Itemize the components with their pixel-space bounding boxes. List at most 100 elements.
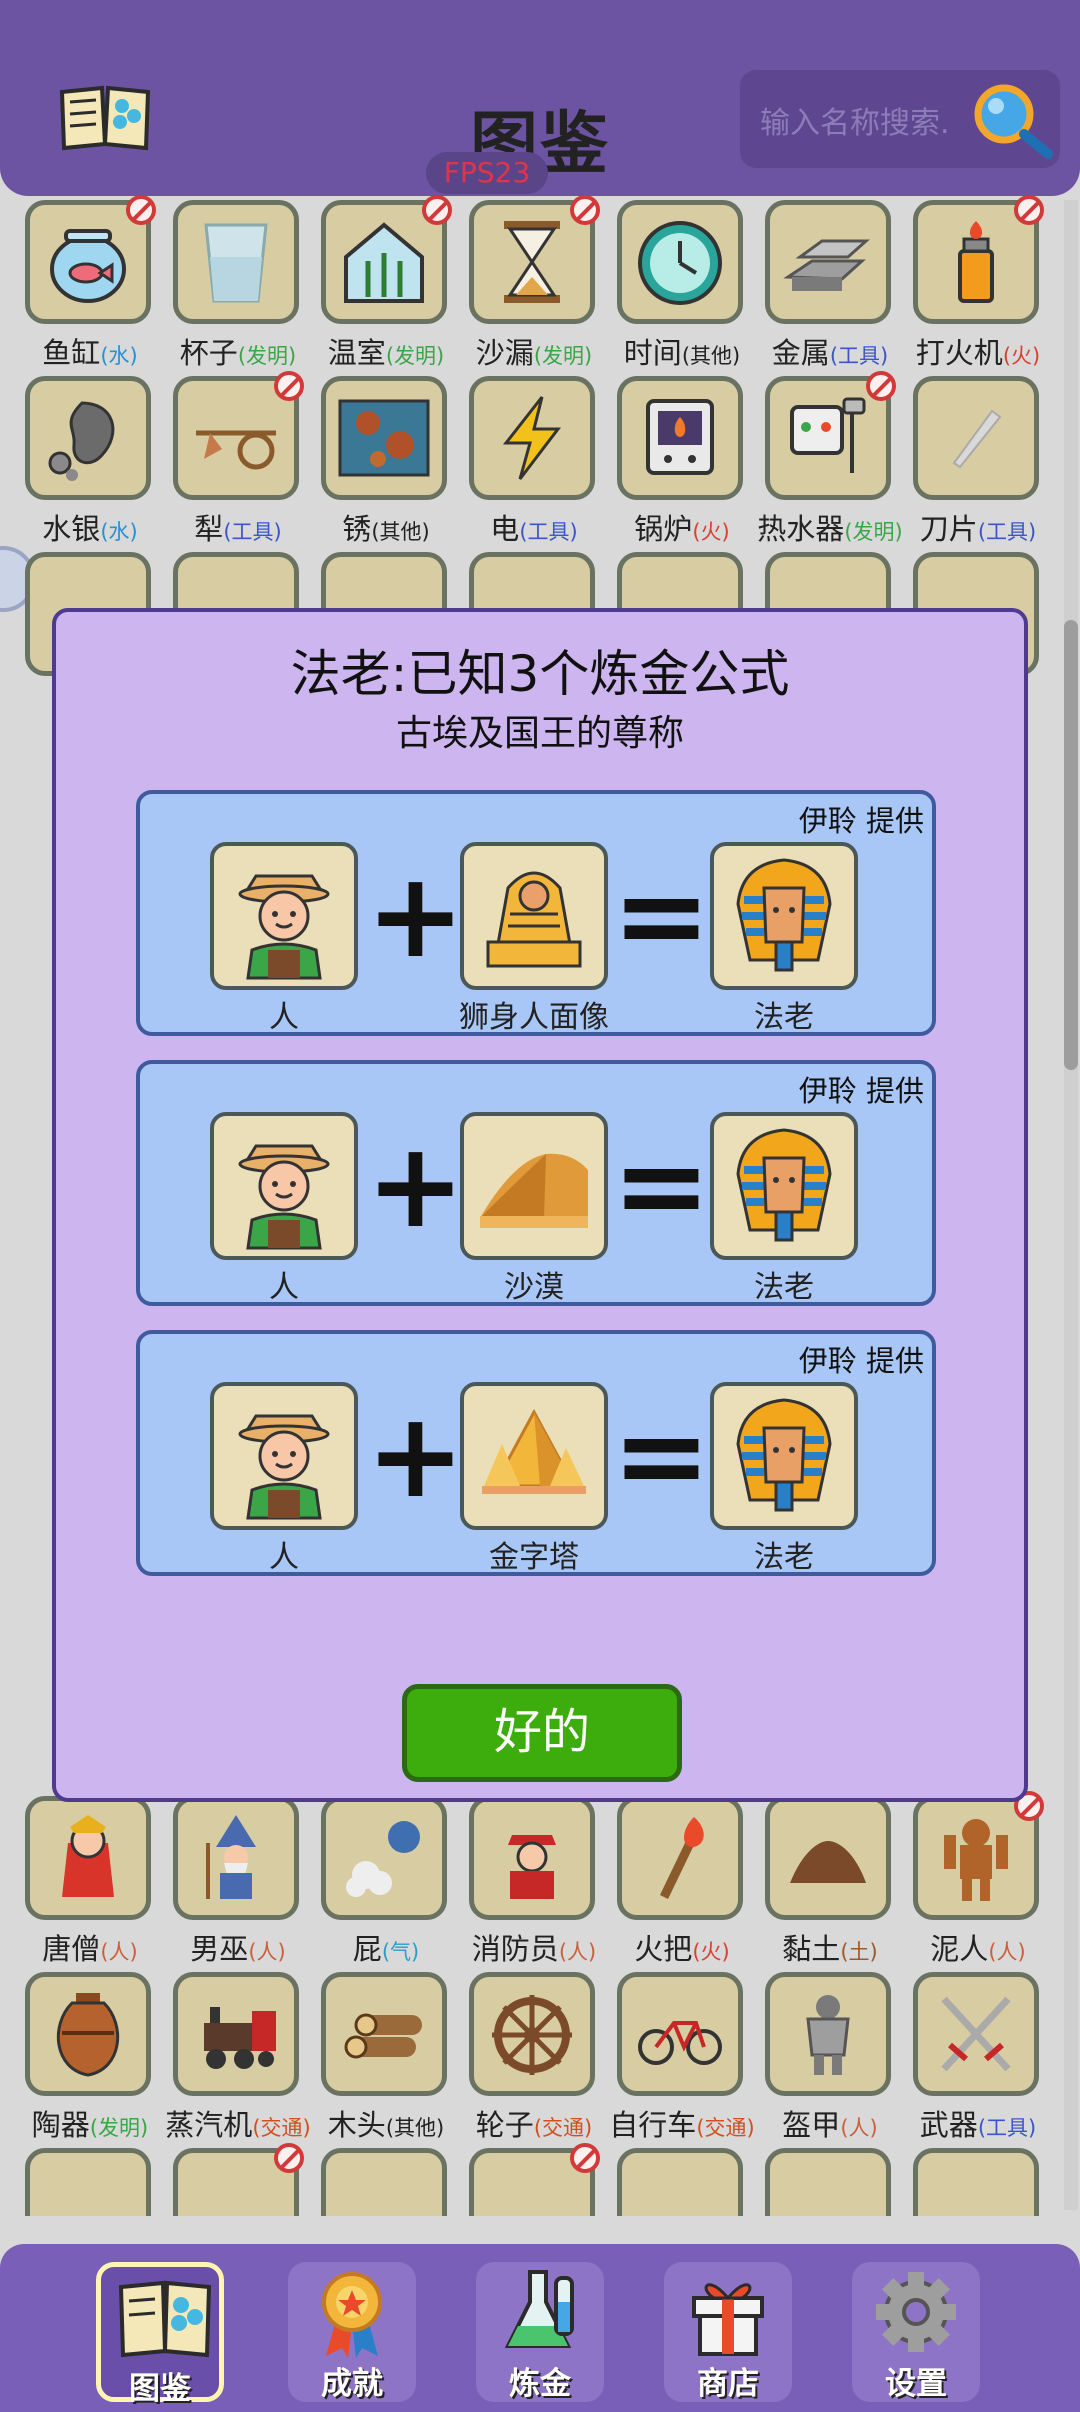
- bottom-nav: 图鉴 成就 炼金 商店 设置: [0, 2244, 1080, 2412]
- item-label: 沙漏(发明): [475, 336, 593, 370]
- item-tile[interactable]: [913, 1972, 1039, 2096]
- item-tile[interactable]: [913, 196, 1044, 324]
- item-label: 打火机(火): [915, 336, 1041, 370]
- flask-icon: [504, 2270, 574, 2348]
- item-tile[interactable]: [173, 371, 304, 500]
- item-tile[interactable]: [913, 2148, 1039, 2216]
- item-tile[interactable]: [765, 2148, 891, 2216]
- result-slot[interactable]: [710, 842, 858, 990]
- nav-alchemy[interactable]: 炼金: [476, 2262, 604, 2402]
- recipe-card: 伊聆 提供 人 + 狮身人面像 = 法老: [136, 790, 936, 1036]
- item-tile[interactable]: [321, 376, 447, 500]
- item-label: 男巫(人): [190, 1932, 286, 1966]
- item-tile[interactable]: [25, 2148, 151, 2216]
- recipe-credit: 伊聆 提供: [798, 1074, 924, 1108]
- item-tile[interactable]: [173, 2143, 304, 2216]
- item-tile[interactable]: [321, 196, 452, 324]
- item-label: 自行车(交通): [609, 2108, 755, 2142]
- scrollbar[interactable]: [1064, 200, 1078, 2210]
- item-tile[interactable]: [25, 1796, 151, 1920]
- item-label: 杯子(发明): [179, 336, 297, 370]
- person-icon: [238, 1144, 330, 1250]
- nav-label: 成就: [321, 2366, 383, 2402]
- ingredient-slot[interactable]: [210, 1382, 358, 1530]
- item-tile[interactable]: [25, 1972, 151, 2096]
- item-tile[interactable]: [25, 376, 151, 500]
- recipe-credit: 伊聆 提供: [798, 1344, 924, 1378]
- dialog-subtitle: 古埃及国王的尊称: [395, 713, 684, 754]
- nav-encyclopedia[interactable]: 图鉴: [96, 2262, 224, 2407]
- ingredient-slot[interactable]: [460, 1112, 608, 1260]
- nav-label: 图鉴: [129, 2371, 191, 2407]
- item-tile[interactable]: [765, 371, 896, 500]
- result-slot[interactable]: [710, 1112, 858, 1260]
- search-input[interactable]: 输入名称搜索.: [760, 98, 970, 142]
- equals-sign: =: [612, 1116, 711, 1254]
- recipe-dialog: 法老:已知3个炼金公式 古埃及国王的尊称 伊聆 提供 人 + 狮身人面像 = 法…: [52, 608, 1028, 1802]
- item-label: 盔甲(人): [782, 2108, 878, 2142]
- item-tile[interactable]: [617, 200, 743, 324]
- item-tile[interactable]: [321, 1972, 447, 2096]
- search-box[interactable]: 输入名称搜索.: [740, 70, 1060, 168]
- ok-button[interactable]: 好的: [402, 1684, 682, 1782]
- item-label: 屁(气): [352, 1932, 420, 1966]
- greenhouse-icon: [344, 222, 424, 303]
- item-tile[interactable]: [617, 376, 743, 500]
- nav-settings[interactable]: 设置: [852, 2262, 980, 2402]
- item-tile[interactable]: [765, 1796, 891, 1920]
- item-tile[interactable]: [469, 376, 595, 500]
- item-label: 黏土(土): [782, 1932, 878, 1966]
- nav-achievements[interactable]: 成就: [288, 2262, 416, 2402]
- glass-cup-icon: [204, 223, 268, 303]
- ingredient-slot[interactable]: [460, 842, 608, 990]
- item-tile[interactable]: [469, 1972, 595, 2096]
- ingredient-slot[interactable]: [210, 842, 358, 990]
- fishbowl-icon: [50, 229, 126, 303]
- item-tile[interactable]: [765, 1972, 891, 2096]
- nav-label: 设置: [885, 2366, 947, 2402]
- item-tile[interactable]: [913, 376, 1039, 500]
- item-tile[interactable]: [25, 196, 156, 324]
- item-label: 温室(发明): [327, 336, 445, 370]
- item-tile[interactable]: [173, 1972, 299, 2096]
- item-tile[interactable]: [617, 1972, 743, 2096]
- scroll-thumb[interactable]: [1064, 620, 1078, 1070]
- boiler-icon: [646, 399, 714, 475]
- encyclopedia-book-icon[interactable]: [58, 82, 152, 152]
- item-tile[interactable]: [617, 2148, 743, 2216]
- recipe-card: 伊聆 提供 人 + 金字塔 = 法老: [136, 1330, 936, 1576]
- plow-icon: [196, 430, 276, 470]
- water-heater-icon: [790, 397, 866, 473]
- search-icon[interactable]: [966, 80, 1056, 160]
- item-tile[interactable]: [321, 2148, 447, 2216]
- result-slot[interactable]: [710, 1382, 858, 1530]
- item-tile[interactable]: [321, 1796, 447, 1920]
- nav-label: 商店: [697, 2366, 759, 2402]
- ingredient-slot[interactable]: [210, 1112, 358, 1260]
- item-tile[interactable]: [469, 2143, 600, 2216]
- item-tile[interactable]: [913, 1791, 1044, 1920]
- steam-engine-icon: [204, 2007, 276, 2069]
- item-tile[interactable]: [469, 196, 600, 324]
- hourglass-icon: [504, 221, 560, 303]
- nav-shop[interactable]: 商店: [664, 2262, 792, 2402]
- sphinx-icon: [486, 871, 582, 968]
- item-label: 消防员(人): [471, 1932, 597, 1966]
- pharaoh-icon: [736, 858, 832, 972]
- item-tile[interactable]: [765, 200, 891, 324]
- ban-icon: [570, 2143, 600, 2173]
- ingredient-label: 金字塔: [489, 1540, 579, 1575]
- item-tile[interactable]: [469, 1796, 595, 1920]
- wizard-icon: [206, 1815, 256, 1899]
- item-tile[interactable]: [617, 1796, 743, 1920]
- plus-sign: +: [366, 1116, 465, 1254]
- item-tile[interactable]: [173, 1796, 299, 1920]
- rust-icon: [338, 399, 430, 477]
- nav-label: 炼金: [509, 2366, 571, 2402]
- ingredient-slot[interactable]: [460, 1382, 608, 1530]
- wheel-icon: [492, 1995, 572, 2075]
- item-label: 蒸汽机(交通): [165, 2108, 311, 2142]
- item-label: 电(工具): [490, 512, 578, 546]
- item-tile[interactable]: [173, 200, 299, 324]
- item-label: 水银(水): [42, 512, 138, 546]
